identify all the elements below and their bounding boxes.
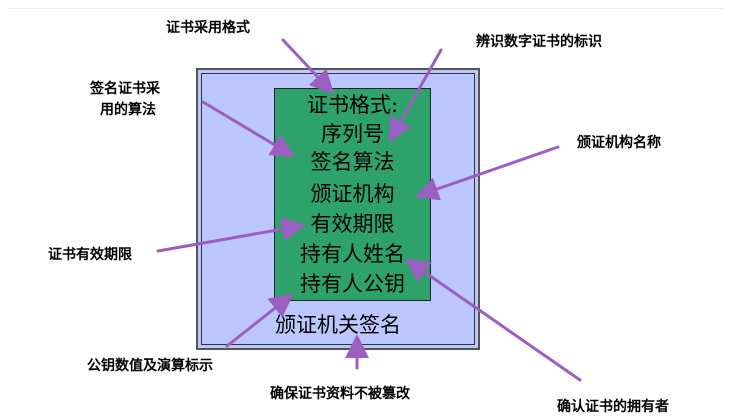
arrow-format xyxy=(281,38,335,95)
arrow-algorithm xyxy=(201,100,296,158)
arrow-issuer xyxy=(414,145,560,201)
callout-algorithm-line1: 签名证书采 xyxy=(90,81,160,97)
callout-signature: 确保证书资料不被篡改 xyxy=(270,386,410,402)
arrow-serial xyxy=(389,48,443,143)
callout-serial: 辨识数字证书的标识 xyxy=(476,34,602,50)
arrow-holder xyxy=(405,258,582,382)
arrow-validity xyxy=(156,217,306,253)
callout-issuer: 颁证机构名称 xyxy=(577,135,661,151)
callout-algorithm-line2: 用的算法 xyxy=(100,102,156,118)
callout-public-key: 公钥数值及演算标示 xyxy=(87,358,213,374)
callout-holder: 确认证书的拥有者 xyxy=(557,399,669,415)
arrow-public-key xyxy=(225,293,294,348)
callout-validity: 证书有效期限 xyxy=(48,247,132,263)
callout-format: 证书采用格式 xyxy=(166,20,250,36)
